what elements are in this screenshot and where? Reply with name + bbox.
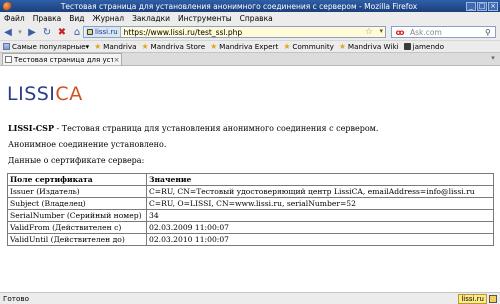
bookmark-mandriva-store[interactable]: ★ Mandriva Store xyxy=(142,42,206,51)
stop-icon[interactable]: ✖ xyxy=(55,25,69,39)
bookmark-jamendo[interactable]: jamendo xyxy=(403,42,444,51)
column-header: Значение xyxy=(146,173,494,186)
search-icon[interactable]: ⚲ xyxy=(485,28,495,37)
tab-close-icon[interactable]: × xyxy=(113,56,120,64)
star-icon: ★ xyxy=(283,42,291,51)
home-icon[interactable]: ⌂ xyxy=(70,25,84,39)
tab-bar: Тестовая страница для уст... × ▾ xyxy=(0,52,500,66)
firefox-icon xyxy=(3,1,12,11)
search-engine-icon[interactable]: ꝏ xyxy=(392,27,408,37)
table-cell-value: C=RU, O=LISSI, CN=www.lissi.ru, serialNu… xyxy=(146,197,494,210)
window-titlebar[interactable]: Тестовая страница для установления анони… xyxy=(0,0,500,12)
bookmark-label: Mandriva Expert xyxy=(219,42,279,51)
bookmark-most-visited[interactable]: Самые популярные▾ xyxy=(3,42,89,51)
lock-icon xyxy=(87,29,93,35)
bookmark-label: Community xyxy=(292,42,334,51)
menu-file[interactable]: Файл xyxy=(4,14,25,23)
menu-help[interactable]: Справка xyxy=(240,14,273,23)
window-title: Тестовая страница для установления анони… xyxy=(60,1,418,11)
cert-intro: Данные о сертификате сервера: xyxy=(8,156,145,165)
lissica-logo: LISSICA xyxy=(7,83,83,105)
back-icon[interactable]: ◀ xyxy=(1,25,15,39)
star-icon: ★ xyxy=(141,42,149,51)
forward-icon[interactable]: ▶ xyxy=(25,25,39,39)
star-icon: ★ xyxy=(338,42,347,51)
table-row: SerialNumber (Серийный номер) 34 xyxy=(7,209,494,222)
table-header-row: Поле сертификата Значение xyxy=(7,173,494,186)
bookmarks-toolbar: Самые популярные▾ ★ Mandriva ★ Mandriva … xyxy=(0,40,500,52)
bookmark-mandriva-wiki[interactable]: ★ Mandriva Wiki xyxy=(339,42,399,51)
bookmark-mandriva-expert[interactable]: ★ Mandriva Expert xyxy=(210,42,278,51)
status-site-button[interactable]: lissi.ru xyxy=(458,293,487,304)
back-dropdown-icon[interactable]: ▾ xyxy=(16,25,24,39)
menu-view[interactable]: Вид xyxy=(69,14,84,23)
page-heading: LISSI-CSP - Тестовая страница для устано… xyxy=(8,123,378,133)
table-cell-field: ValidFrom (Действителен с) xyxy=(7,221,147,234)
certificate-table: Поле сертификата Значение Issuer (Издате… xyxy=(7,173,494,246)
menu-bar: Файл Правка Вид Журнал Закладки Инструме… xyxy=(0,12,500,24)
maximize-icon[interactable]: □ xyxy=(477,1,487,11)
url-dropdown-icon[interactable]: ▾ xyxy=(379,27,383,35)
table-row: Issuer (Издатель) C=RU, CN=Тестовый удос… xyxy=(7,185,494,198)
minimize-icon[interactable]: _ xyxy=(466,1,476,11)
table-cell-value: C=RU, CN=Тестовый удостоверяющий центр L… xyxy=(146,185,494,198)
table-cell-value: 34 xyxy=(146,209,494,222)
table-row: ValidFrom (Действителен с) 02.03.2009 11… xyxy=(7,221,494,234)
site-identity-label: lissi.ru xyxy=(95,28,118,36)
table-cell-field: Subject (Владелец) xyxy=(7,197,147,210)
lock-icon[interactable] xyxy=(489,294,497,303)
bookmark-label: Mandriva Wiki xyxy=(347,42,399,51)
table-cell-field: ValidUntil (Действителен до) xyxy=(7,233,147,246)
page-heading-text: - Тестовая страница для установления ано… xyxy=(53,124,379,133)
table-row: Subject (Владелец) C=RU, O=LISSI, CN=www… xyxy=(7,197,494,210)
tab-test-ssl[interactable]: Тестовая страница для уст... × xyxy=(2,53,122,65)
page-content: LISSICA LISSI-CSP - Тестовая страница дл… xyxy=(0,67,500,292)
logo-main: LISSI xyxy=(7,83,56,105)
bookmark-star-icon[interactable]: ☆ xyxy=(365,27,373,37)
status-text: Готово xyxy=(3,294,29,303)
bookmark-label: Mandriva Store xyxy=(150,42,206,51)
menu-edit[interactable]: Правка xyxy=(33,14,62,23)
url-input[interactable]: https://www.lissi.ru/test_ssl.php xyxy=(124,28,243,37)
site-identity-button[interactable]: lissi.ru xyxy=(85,27,121,37)
bookmark-label: Самые популярные▾ xyxy=(12,42,90,51)
navigation-toolbar: ◀ ▾ ▶ ↻ ✖ ⌂ lissi.ru https://www.lissi.r… xyxy=(0,24,500,40)
menu-bookmarks[interactable]: Закладки xyxy=(132,14,170,23)
window-controls: _ □ × xyxy=(466,1,498,11)
page-icon xyxy=(5,56,12,63)
menu-tools[interactable]: Инструменты xyxy=(178,14,232,23)
search-input[interactable]: Ask.com xyxy=(410,28,485,37)
tab-list-icon[interactable]: ▾ xyxy=(488,54,498,62)
page-heading-bold: LISSI-CSP xyxy=(8,123,54,133)
sort-icon xyxy=(3,43,10,50)
star-icon: ★ xyxy=(94,42,102,51)
connection-status: Анонимное соединение установлено. xyxy=(8,140,167,149)
column-header: Поле сертификата xyxy=(7,173,147,186)
table-cell-value: 02.03.2009 11:00:07 xyxy=(146,221,494,234)
jamendo-icon xyxy=(403,43,411,50)
search-bar[interactable]: ꝏ Ask.com ⚲ xyxy=(391,26,496,38)
table-cell-value: 02.03.2010 11:00:07 xyxy=(146,233,494,246)
menu-history[interactable]: Журнал xyxy=(93,14,125,23)
table-row: ValidUntil (Действителен до) 02.03.2010 … xyxy=(7,233,494,246)
status-bar: Готово lissi.ru xyxy=(0,292,500,304)
bookmark-community[interactable]: ★ Community xyxy=(283,42,334,51)
bookmark-label: jamendo xyxy=(412,42,444,51)
bookmark-label: Mandriva xyxy=(103,42,137,51)
close-icon[interactable]: × xyxy=(488,1,498,11)
table-cell-field: Issuer (Издатель) xyxy=(7,185,147,198)
table-cell-field: SerialNumber (Серийный номер) xyxy=(7,209,147,222)
bookmark-mandriva[interactable]: ★ Mandriva xyxy=(94,42,136,51)
reload-icon[interactable]: ↻ xyxy=(40,25,54,39)
tab-label: Тестовая страница для уст... xyxy=(14,55,113,64)
url-bar[interactable]: lissi.ru https://www.lissi.ru/test_ssl.p… xyxy=(83,26,386,38)
logo-accent: CA xyxy=(55,83,83,105)
star-icon: ★ xyxy=(210,42,218,51)
